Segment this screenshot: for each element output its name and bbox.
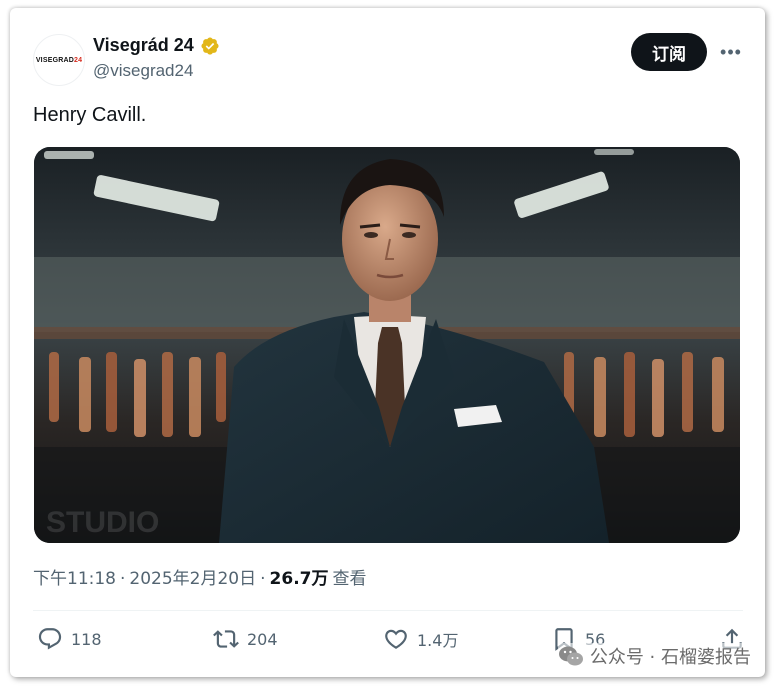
repost-button[interactable]: 204 bbox=[213, 626, 278, 652]
avatar[interactable]: VISEGRAD24 bbox=[33, 34, 85, 86]
views-label: 查看 bbox=[332, 569, 367, 589]
tweet-meta: 下午11:18 · 2025年2月20日 · 26.7万 查看 bbox=[33, 564, 366, 589]
tweet-text: Henry Cavill. bbox=[33, 104, 147, 126]
name-row: Visegrád 24 bbox=[93, 35, 220, 56]
reply-count: 118 bbox=[71, 629, 102, 649]
tweet-card: VISEGRAD24 Visegrád 24 @visegrad24 订阅 ••… bbox=[10, 8, 765, 677]
like-count: 1.4万 bbox=[417, 631, 459, 650]
display-name[interactable]: Visegrád 24 bbox=[93, 35, 194, 56]
watermark-text: 公众号 · 石榴婆报告 bbox=[589, 647, 751, 668]
wechat-watermark: 公众号 · 石榴婆报告 bbox=[557, 643, 751, 669]
tweet-image[interactable]: STUDIO bbox=[34, 147, 740, 543]
portrait-illustration: STUDIO bbox=[34, 147, 740, 543]
reply-button[interactable]: 118 bbox=[37, 626, 102, 652]
avatar-logo-text: VISEGRAD24 bbox=[35, 56, 83, 64]
divider bbox=[33, 610, 743, 611]
views-count[interactable]: 26.7万 bbox=[270, 564, 329, 589]
verified-badge-icon bbox=[201, 36, 219, 55]
reply-icon bbox=[38, 628, 62, 650]
heart-icon bbox=[385, 629, 407, 649]
like-button[interactable]: 1.4万 bbox=[383, 626, 458, 652]
more-options-icon[interactable]: ••• bbox=[719, 40, 743, 64]
meta-separator: · bbox=[120, 569, 126, 589]
tweet-header: VISEGRAD24 Visegrád 24 @visegrad24 订阅 ••… bbox=[33, 32, 743, 90]
subscribe-button[interactable]: 订阅 bbox=[631, 33, 707, 71]
image-watermark-text: STUDIO bbox=[46, 506, 159, 539]
meta-separator: · bbox=[260, 569, 266, 589]
user-handle[interactable]: @visegrad24 bbox=[93, 61, 193, 81]
tweet-date[interactable]: 2025年2月20日 bbox=[129, 564, 256, 589]
tweet-time[interactable]: 下午11:18 bbox=[33, 564, 116, 589]
repost-count: 204 bbox=[247, 629, 278, 649]
wechat-icon bbox=[558, 646, 583, 666]
repost-icon bbox=[213, 630, 239, 648]
